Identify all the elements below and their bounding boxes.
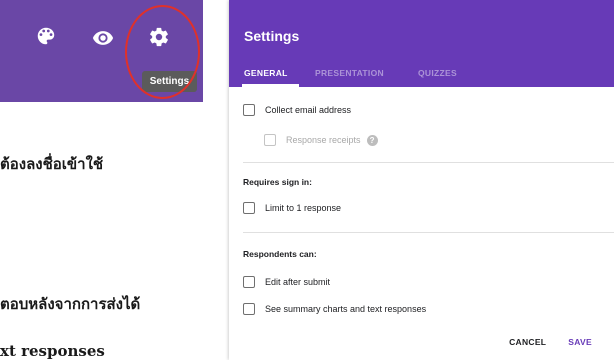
section-divider	[243, 232, 614, 233]
dialog-actions: CANCEL SAVE	[501, 337, 600, 347]
collect-email-label: Collect email address	[265, 105, 352, 115]
limit-one-response-label: Limit to 1 response	[265, 203, 342, 213]
background-text-line-1: ต้องลงชื่อเข้าใช้	[0, 155, 104, 173]
see-summary-checkbox[interactable]	[243, 303, 255, 315]
save-button[interactable]: SAVE	[560, 337, 600, 347]
see-summary-row[interactable]: See summary charts and text responses	[243, 303, 426, 315]
requires-sign-in-heading: Requires sign in:	[243, 177, 312, 187]
eye-icon[interactable]	[92, 27, 114, 49]
active-tab-indicator	[242, 84, 299, 87]
help-icon[interactable]: ?	[366, 134, 378, 146]
edit-after-submit-row[interactable]: Edit after submit	[243, 276, 330, 288]
edit-after-submit-checkbox[interactable]	[243, 276, 255, 288]
settings-tabs: GENERAL PRESENTATION QUIZZES	[229, 59, 614, 87]
tab-quizzes[interactable]: QUIZZES	[418, 68, 457, 78]
respondents-can-heading: Respondents can:	[243, 249, 317, 259]
cancel-button[interactable]: CANCEL	[501, 337, 554, 347]
tab-presentation[interactable]: PRESENTATION	[315, 68, 384, 78]
collect-email-row[interactable]: Collect email address	[243, 104, 351, 116]
limit-one-response-checkbox[interactable]	[243, 202, 255, 214]
response-receipts-row[interactable]: Response receipts ?	[264, 134, 378, 146]
collect-email-checkbox[interactable]	[243, 104, 255, 116]
background-text-line-3: xt responses	[0, 342, 105, 360]
form-toolbar: Settings	[0, 0, 203, 102]
limit-one-response-row[interactable]: Limit to 1 response	[243, 202, 341, 214]
highlight-circle	[125, 5, 200, 99]
section-divider	[243, 162, 614, 163]
tab-general[interactable]: GENERAL	[244, 68, 288, 78]
dialog-title: Settings	[244, 28, 300, 44]
settings-dialog: Settings GENERAL PRESENTATION QUIZZES Co…	[229, 0, 614, 360]
see-summary-label: See summary charts and text responses	[265, 304, 427, 314]
dialog-header: Settings GENERAL PRESENTATION QUIZZES	[229, 0, 614, 87]
background-text-line-2: ตอบหลังจากการส่งได้	[0, 295, 141, 313]
edit-after-submit-label: Edit after submit	[265, 277, 331, 287]
palette-icon[interactable]	[35, 25, 57, 47]
response-receipts-label: Response receipts	[286, 135, 361, 145]
response-receipts-checkbox[interactable]	[264, 134, 276, 146]
